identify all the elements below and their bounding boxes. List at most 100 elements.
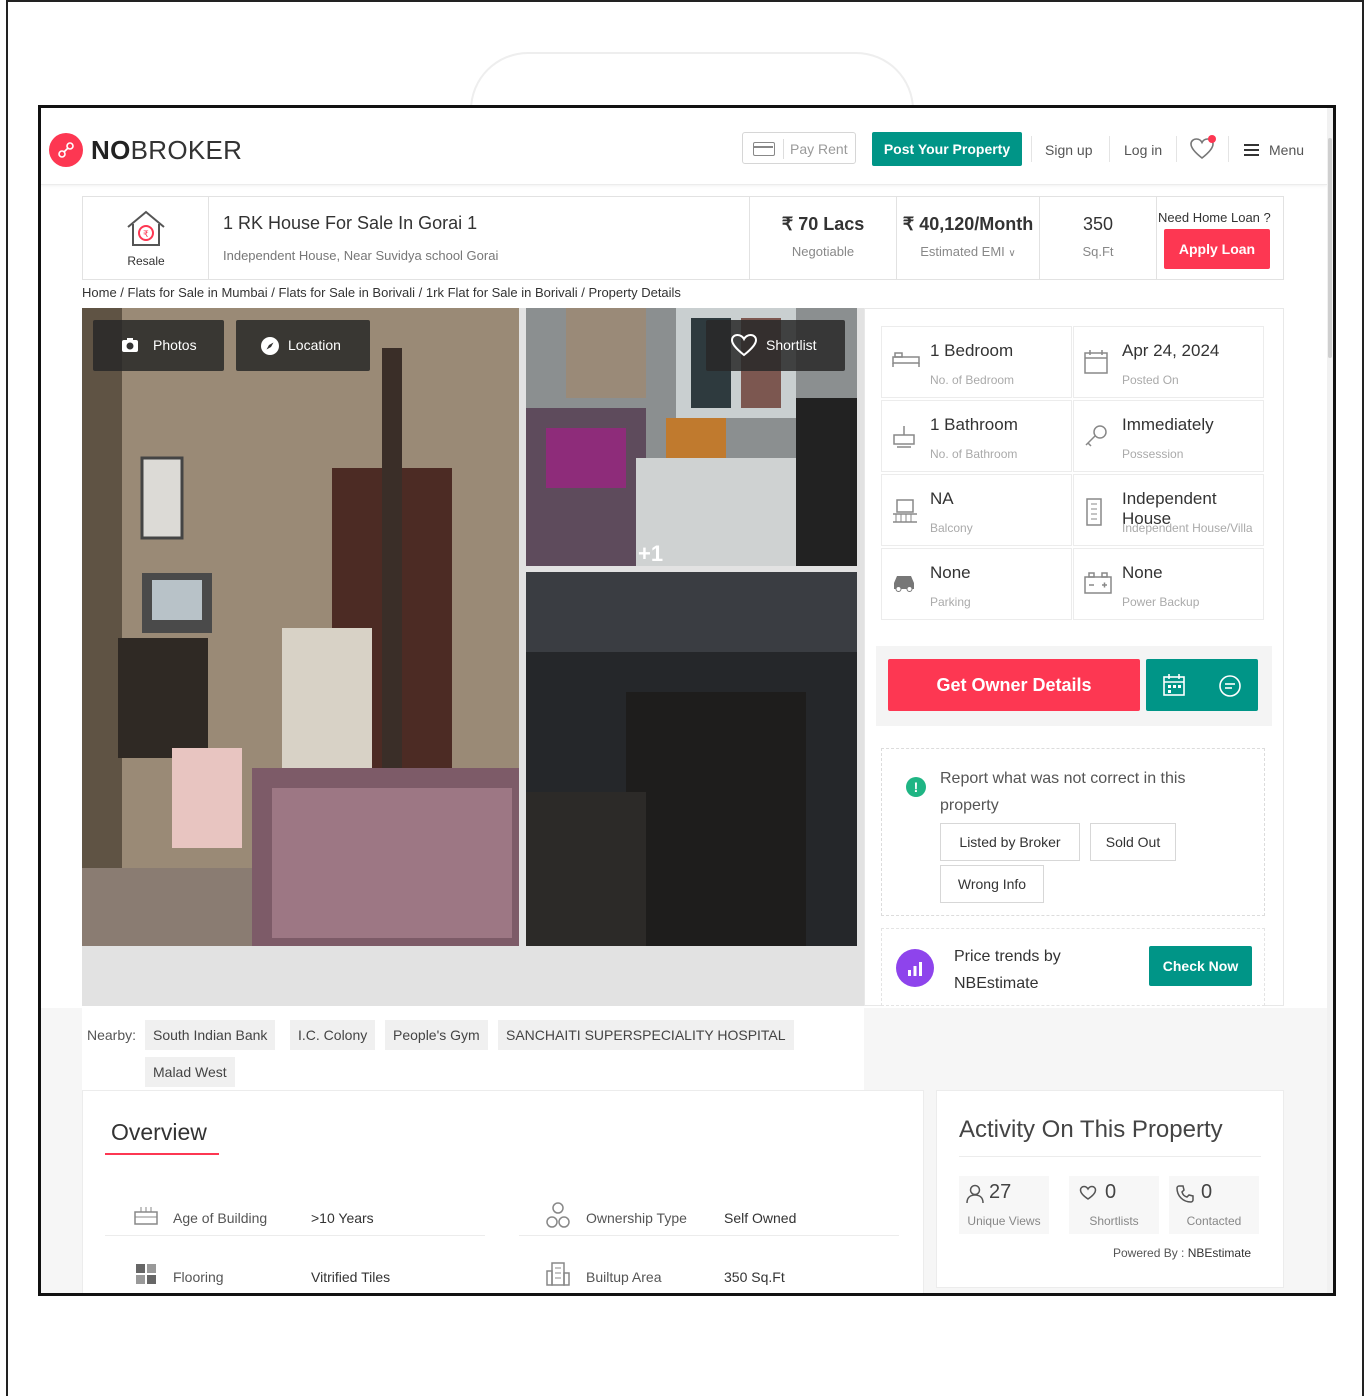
photo-gallery: Photos Location Shortlist xyxy=(82,308,864,1006)
detail-bedroom: 1 Bedroom No. of Bedroom xyxy=(881,326,1072,398)
flooring-icon xyxy=(136,1264,156,1284)
svg-text:₹: ₹ xyxy=(143,230,149,240)
detail-bathroom: 1 Bathroom No. of Bathroom xyxy=(881,400,1072,472)
trends-text: Price trends by NBEstimate xyxy=(954,948,1061,992)
nearby-chip[interactable]: Malad West xyxy=(145,1057,235,1087)
building-age-icon xyxy=(134,1207,158,1225)
overview-label: Ownership Type xyxy=(586,1210,687,1226)
trends-chart-icon xyxy=(896,949,934,987)
calendar-icon xyxy=(1084,350,1108,374)
chevron-down-icon: ∨ xyxy=(1008,248,1016,259)
detail-possession: Immediately Possession xyxy=(1073,400,1264,472)
detail-balcony: NA Balcony xyxy=(881,474,1072,546)
breadcrumb[interactable]: Home / Flats for Sale in Mumbai / Flats … xyxy=(82,285,681,300)
overview-underline xyxy=(105,1153,219,1155)
heart-icon xyxy=(1079,1185,1097,1200)
overview-value: Self Owned xyxy=(724,1210,797,1226)
site-header: NOBROKER Pay Rent Post Your Property Sig… xyxy=(41,108,1327,185)
activity-shortlists: 0 Shortlists xyxy=(1069,1176,1159,1234)
nobroker-logo[interactable]: NOBROKER xyxy=(91,135,242,166)
overview-value: >10 Years xyxy=(311,1210,374,1226)
report-question: Report what was not correct in this prop… xyxy=(940,770,1186,814)
report-sold-out[interactable]: Sold Out xyxy=(1090,823,1176,861)
key-icon xyxy=(1085,425,1107,447)
nearby-chip[interactable]: South Indian Bank xyxy=(145,1020,276,1050)
page: NOBROKER Pay Rent Post Your Property Sig… xyxy=(41,108,1333,1293)
price-note: Negotiable xyxy=(791,244,855,259)
report-listed-by-broker[interactable]: Listed by Broker xyxy=(940,823,1080,861)
building-icon xyxy=(1086,498,1102,526)
balcony-icon xyxy=(893,499,917,523)
bed-icon xyxy=(892,352,920,367)
activity-contacted: 0 Contacted xyxy=(1169,1176,1259,1234)
detail-posted-on: Apr 24, 2024 Posted On xyxy=(1073,326,1264,398)
nobroker-logo-icon[interactable] xyxy=(49,133,83,167)
property-subtitle: Independent House, Near Suvidya school G… xyxy=(223,248,499,263)
powered-by: Powered By : NBEstimate xyxy=(1113,1246,1252,1260)
apply-loan-button[interactable]: Apply Loan xyxy=(1164,229,1270,269)
overview-label: Flooring xyxy=(173,1269,224,1285)
pay-rent-button[interactable]: Pay Rent xyxy=(742,132,856,164)
hamburger-menu-icon[interactable] xyxy=(1244,144,1259,156)
overview-value: 350 Sq.Ft xyxy=(724,1269,785,1285)
report-wrong-info[interactable]: Wrong Info xyxy=(940,865,1044,903)
hall-photo-illustration xyxy=(526,572,857,946)
heart-icon xyxy=(730,333,758,357)
report-box: ! Report what was not correct in this pr… xyxy=(881,748,1265,916)
category-cell: ₹ Resale xyxy=(83,197,209,279)
browser-viewport: NOBROKER Pay Rent Post Your Property Sig… xyxy=(38,105,1336,1296)
hall-photo[interactable] xyxy=(526,572,857,946)
emi-label: Estimated EMI xyxy=(920,244,1005,259)
area-unit: Sq.Ft xyxy=(1082,244,1114,259)
overview-label: Builtup Area xyxy=(586,1269,662,1285)
area-icon xyxy=(546,1262,570,1286)
chat-icon[interactable] xyxy=(1218,674,1242,698)
more-photos-count[interactable]: +1 xyxy=(638,541,663,567)
property-title-bar: ₹ Resale 1 RK House For Sale In Gorai 1 … xyxy=(82,196,1284,280)
resale-house-icon: ₹ xyxy=(127,210,165,246)
get-owner-details-button[interactable]: Get Owner Details xyxy=(888,659,1140,711)
sign-up-link[interactable]: Sign up xyxy=(1045,142,1092,158)
property-title: 1 RK House For Sale In Gorai 1 xyxy=(223,213,478,233)
area-cell: 350 Sq.Ft xyxy=(1040,197,1157,279)
emi-value: ₹ 40,120/Month xyxy=(902,214,1034,234)
overview-title: Overview xyxy=(111,1119,207,1145)
activity-unique-views: 27 Unique Views xyxy=(959,1176,1049,1234)
bathtub-icon xyxy=(893,426,915,448)
room-photo-illustration xyxy=(82,308,519,946)
emi-cell[interactable]: ₹ 40,120/Month Estimated EMI ∨ xyxy=(897,197,1040,279)
nearby-label: Nearby: xyxy=(87,1027,137,1043)
contact-owner-bar: Get Owner Details xyxy=(876,646,1272,726)
nearby-chip[interactable]: SANCHAITI SUPERSPECIALITY HOSPITAL xyxy=(498,1020,794,1050)
price: ₹ 70 Lacs xyxy=(781,214,865,234)
ownership-icon xyxy=(546,1202,570,1228)
overview-section xyxy=(82,1090,924,1293)
post-property-button[interactable]: Post Your Property xyxy=(872,132,1022,166)
activity-title: Activity On This Property xyxy=(959,1116,1223,1143)
nearby-chip[interactable]: People's Gym xyxy=(385,1020,488,1050)
nearby-chip[interactable]: I.C. Colony xyxy=(290,1020,376,1050)
check-now-button[interactable]: Check Now xyxy=(1149,946,1252,986)
photos-button[interactable]: Photos xyxy=(93,320,224,371)
overview-value: Vitrified Tiles xyxy=(311,1269,391,1285)
user-icon xyxy=(966,1184,984,1204)
price-cell: ₹ 70 Lacs Negotiable xyxy=(750,197,897,279)
shortlist-button[interactable]: Shortlist xyxy=(706,320,845,371)
notification-dot xyxy=(1208,135,1216,143)
home-loan-question: Need Home Loan ? xyxy=(1158,210,1271,225)
area-value: 350 xyxy=(1082,214,1114,234)
credit-card-icon xyxy=(753,142,775,156)
schedule-visit-icon[interactable] xyxy=(1162,673,1186,697)
log-in-link[interactable]: Log in xyxy=(1124,142,1162,158)
scrollbar[interactable] xyxy=(1327,108,1333,1293)
car-icon xyxy=(894,576,914,592)
scrollbar-thumb[interactable] xyxy=(1328,138,1332,358)
camera-icon xyxy=(122,338,138,352)
location-button[interactable]: Location xyxy=(236,320,370,371)
background-watermark xyxy=(470,52,914,110)
main-photo[interactable] xyxy=(82,308,519,946)
menu-label[interactable]: Menu xyxy=(1269,142,1304,158)
alert-icon: ! xyxy=(906,777,926,797)
detail-parking: None Parking xyxy=(881,548,1072,620)
phone-icon xyxy=(1176,1185,1194,1203)
